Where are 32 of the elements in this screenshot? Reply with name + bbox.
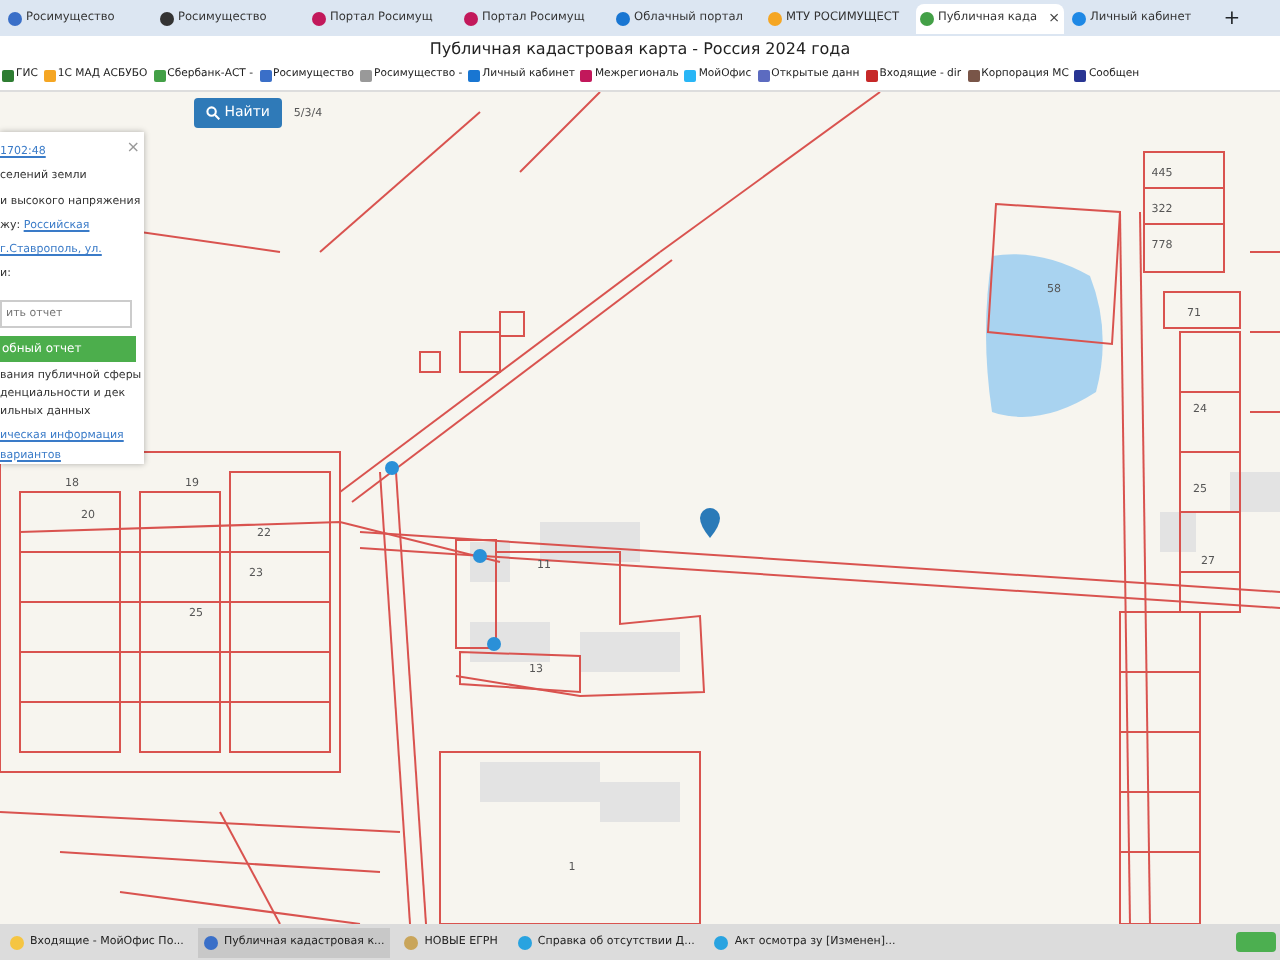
tab-icon <box>768 11 782 25</box>
bookmark-icon <box>757 70 770 82</box>
bookmark-icon <box>865 70 878 82</box>
app-icon <box>714 935 729 949</box>
tab-icon <box>160 11 174 25</box>
tab-icon <box>8 11 22 25</box>
bookmark-icon <box>360 70 373 82</box>
new-tab-button[interactable]: + <box>1223 3 1241 33</box>
app-icon <box>517 935 532 949</box>
bookmark-icon <box>468 70 481 82</box>
tab-icon <box>920 11 934 25</box>
bookmark-icon <box>967 70 980 82</box>
place-marker-icon[interactable] <box>487 637 501 651</box>
bookmark-icon <box>580 70 593 82</box>
bookmark-icon <box>684 70 697 82</box>
search-icon <box>206 105 220 120</box>
place-marker-icon[interactable] <box>385 461 399 475</box>
tab-icon <box>312 11 326 25</box>
app-icon <box>404 935 419 949</box>
tab-icon <box>464 11 478 25</box>
bookmark-icon <box>2 70 14 82</box>
window-title: Публичная кадастровая карта - Россия 2024 года <box>429 37 851 61</box>
tab-icon <box>616 11 630 25</box>
bookmark-icon <box>43 70 56 82</box>
app-icon <box>10 935 24 949</box>
map-pin-icon[interactable] <box>700 508 720 538</box>
tab-icon <box>1072 11 1086 25</box>
app-icon <box>203 935 218 949</box>
bookmark-icon <box>153 70 166 82</box>
bookmark-icon <box>259 70 271 82</box>
bookmark-icon <box>1074 70 1087 82</box>
place-marker-icon[interactable] <box>473 549 487 563</box>
